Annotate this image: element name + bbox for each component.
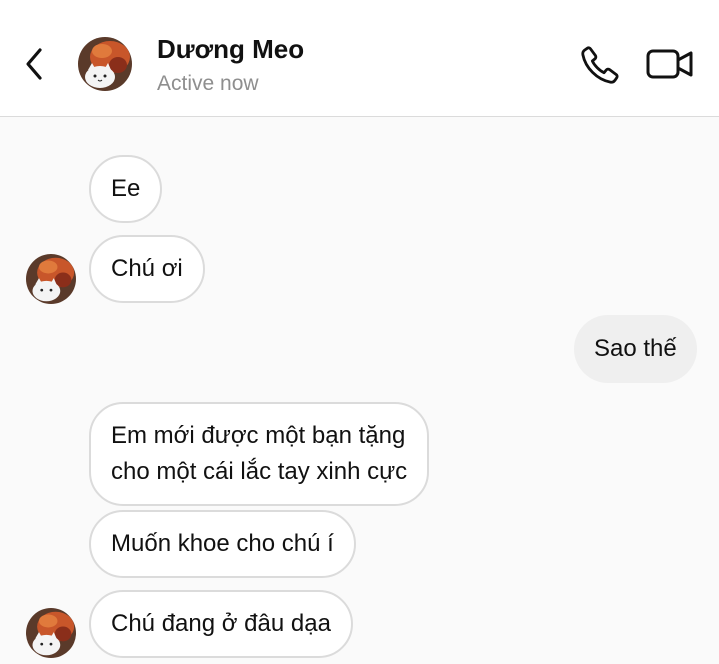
contact-name[interactable]: Dương Meo — [157, 34, 304, 65]
message-incoming[interactable]: Em mới được một bạn tặng cho một cái lắc… — [89, 402, 430, 506]
message-text: Chú ơi — [111, 255, 183, 282]
contact-avatar[interactable] — [78, 37, 132, 91]
avatar-image — [26, 608, 76, 658]
message-text: Sao thế — [594, 335, 677, 362]
message-incoming[interactable]: Chú đang ở đâu dạa — [89, 590, 353, 658]
message-outgoing[interactable]: Sao thế — [574, 315, 697, 383]
video-call-button[interactable] — [645, 45, 695, 83]
active-status: Active now — [157, 72, 259, 95]
avatar-image — [26, 254, 76, 304]
back-button[interactable] — [20, 44, 50, 84]
chat-header: Dương Meo Active now — [0, 0, 719, 117]
phone-icon — [581, 46, 619, 84]
message-text-line: Em mới được một bạn tặng — [111, 422, 406, 449]
message-text: Muốn khoe cho chú í — [111, 530, 334, 557]
message-incoming[interactable]: Muốn khoe cho chú í — [89, 510, 356, 578]
message-incoming[interactable]: Ee — [89, 155, 163, 223]
sender-avatar[interactable] — [26, 254, 76, 304]
sender-avatar[interactable] — [26, 608, 76, 658]
message-text: Ee — [111, 175, 141, 202]
message-text: Chú đang ở đâu dạa — [111, 610, 331, 637]
chevron-left-icon — [26, 48, 42, 80]
avatar-image — [78, 37, 132, 91]
voice-call-button[interactable] — [579, 44, 621, 86]
video-camera-icon — [646, 49, 693, 79]
message-text-line: cho một cái lắc tay xinh cực — [111, 458, 408, 485]
message-incoming[interactable]: Chú ơi — [89, 235, 205, 303]
